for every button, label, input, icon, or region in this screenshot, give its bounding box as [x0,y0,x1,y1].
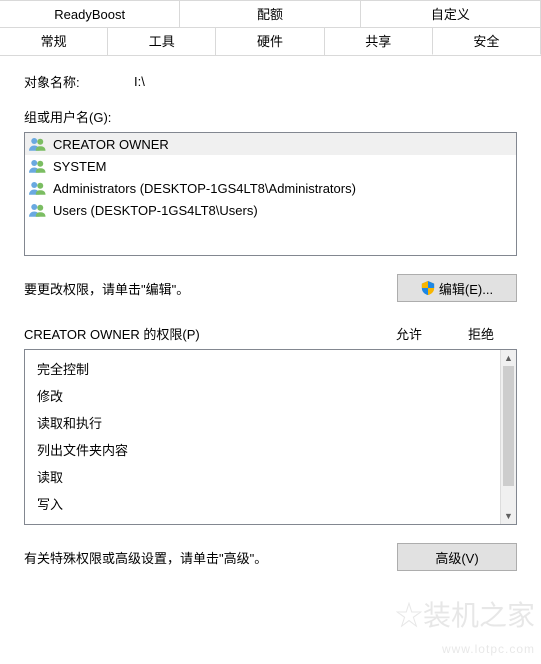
list-item[interactable]: CREATOR OWNER [25,133,516,155]
list-item[interactable]: SYSTEM [25,155,516,177]
security-panel: 对象名称: I:\ 组或用户名(G): CREATOR OWNER SYSTEM… [0,56,541,581]
advanced-button[interactable]: 高级(V) [397,543,517,571]
permission-item[interactable]: 写入 [37,491,488,518]
tab-sharing[interactable]: 共享 [324,27,433,55]
tab-quota[interactable]: 配额 [179,0,360,28]
users-icon [29,136,47,152]
list-item-label: Administrators (DESKTOP-1GS4LT8\Administ… [53,181,356,196]
permission-item[interactable]: 列出文件夹内容 [37,437,488,464]
permission-item[interactable]: 完全控制 [37,356,488,383]
scroll-up-icon[interactable]: ▲ [501,350,516,366]
object-row: 对象名称: I:\ [24,72,517,91]
list-item-label: CREATOR OWNER [53,137,169,152]
tab-tools[interactable]: 工具 [107,27,216,55]
tab-label: 共享 [365,34,391,49]
watermark-text: 装机之家 [423,600,535,631]
edit-row: 要更改权限，请单击"编辑"。 编辑(E)... [24,274,517,302]
permissions-listbox[interactable]: 完全控制 修改 读取和执行 列出文件夹内容 读取 写入 ▲ ▼ [24,349,517,525]
principals-listbox[interactable]: CREATOR OWNER SYSTEM Administrators (DES… [24,132,517,256]
list-item-label: Users (DESKTOP-1GS4LT8\Users) [53,203,258,218]
column-allow: 允许 [373,324,445,343]
tab-customize[interactable]: 自定义 [360,0,541,28]
permission-item[interactable]: 读取和执行 [37,410,488,437]
users-icon [29,180,47,196]
permission-item[interactable]: 读取 [37,464,488,491]
tab-row-1: ReadyBoost 配额 自定义 [0,0,541,28]
tab-readyboost[interactable]: ReadyBoost [0,0,180,28]
scrollbar[interactable]: ▲ ▼ [500,350,516,524]
tab-label: 自定义 [431,7,470,22]
tab-hardware[interactable]: 硬件 [215,27,324,55]
tab-strip: ReadyBoost 配额 自定义 常规 工具 硬件 共享 安全 [0,0,541,56]
list-item[interactable]: Users (DESKTOP-1GS4LT8\Users) [25,199,516,221]
column-deny: 拒绝 [445,324,517,343]
tab-row-2: 常规 工具 硬件 共享 安全 [0,27,541,55]
object-label: 对象名称: [24,72,134,91]
tab-label: 配额 [257,7,283,22]
permission-item[interactable]: 修改 [37,383,488,410]
advanced-hint: 有关特殊权限或高级设置，请单击"高级"。 [24,548,267,567]
tab-security[interactable]: 安全 [432,27,541,55]
tab-label: 硬件 [257,34,283,49]
watermark-url: www.lotpc.com [442,642,535,656]
shield-icon [421,281,435,295]
scroll-down-icon[interactable]: ▼ [501,508,516,524]
tab-label: 工具 [149,34,175,49]
object-value: I:\ [134,74,145,89]
group-users-label: 组或用户名(G): [24,107,517,126]
advanced-row: 有关特殊权限或高级设置，请单击"高级"。 高级(V) [24,543,517,571]
tab-label: 常规 [41,34,67,49]
list-item[interactable]: Administrators (DESKTOP-1GS4LT8\Administ… [25,177,516,199]
edit-hint: 要更改权限，请单击"编辑"。 [24,279,189,298]
users-icon [29,158,47,174]
watermark: ☆装机之家 www.lotpc.com [395,602,535,658]
tab-label: 安全 [473,34,499,49]
users-icon [29,202,47,218]
tab-label: ReadyBoost [54,7,125,22]
tab-general[interactable]: 常规 [0,27,108,55]
list-item-label: SYSTEM [53,159,106,174]
permissions-list: 完全控制 修改 读取和执行 列出文件夹内容 读取 写入 [25,350,500,524]
edit-button[interactable]: 编辑(E)... [397,274,517,302]
edit-button-label: 编辑(E)... [439,279,493,298]
permissions-header: CREATOR OWNER 的权限(P) 允许 拒绝 [24,324,517,343]
advanced-button-label: 高级(V) [435,548,478,567]
scroll-thumb[interactable] [503,366,514,486]
permissions-for-label: CREATOR OWNER 的权限(P) [24,324,373,343]
